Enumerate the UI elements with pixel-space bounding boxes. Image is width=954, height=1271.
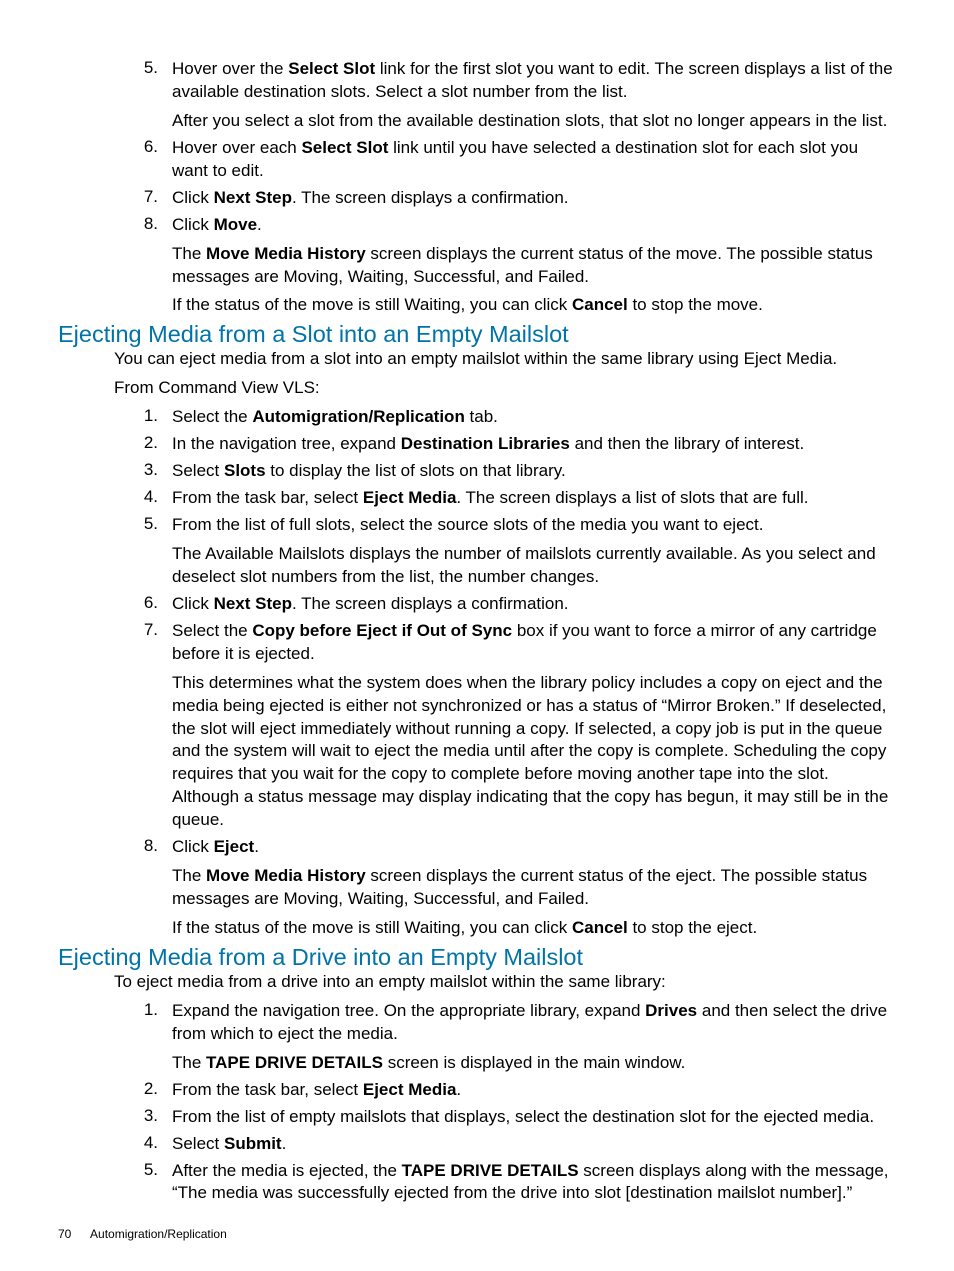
list-item: 7.Select the Copy before Eject if Out of… [114, 620, 896, 832]
step-number: 4. [114, 1133, 172, 1156]
list-item: 8.Click Move. The Move Media History scre… [114, 214, 896, 318]
paragraph: Click Next Step. The screen displays a c… [172, 593, 896, 616]
step-content: Hover over the Select Slot link for the … [172, 58, 896, 133]
step-content: Select Submit. [172, 1133, 896, 1156]
heading-eject-slot: Ejecting Media from a Slot into an Empty… [58, 321, 569, 347]
step-number: 7. [114, 187, 172, 210]
step-number: 2. [114, 433, 172, 456]
list-item: 4.From the task bar, select Eject Media.… [114, 487, 896, 510]
step-number: 1. [114, 1000, 172, 1075]
step-content: Select the Automigration/Replication tab… [172, 406, 896, 429]
step-number: 4. [114, 487, 172, 510]
chapter-title: Automigration/Replication [90, 1227, 227, 1241]
step-number: 2. [114, 1079, 172, 1102]
list-item: 3.From the list of empty mailslots that … [114, 1106, 896, 1129]
paragraph: Select Submit. [172, 1133, 896, 1156]
paragraph: You can eject media from a slot into an … [114, 348, 896, 371]
step-content: Hover over each Select Slot link until y… [172, 137, 896, 183]
paragraph: This determines what the system does whe… [172, 672, 896, 833]
list-item: 7.Click Next Step. The screen displays a… [114, 187, 896, 210]
list-item: 5.After the media is ejected, the TAPE D… [114, 1160, 896, 1206]
list-item: 4.Select Submit. [114, 1133, 896, 1156]
step-content: After the media is ejected, the TAPE DRI… [172, 1160, 896, 1206]
paragraph: The Move Media History screen displays t… [172, 243, 896, 289]
list-item: 1.Select the Automigration/Replication t… [114, 406, 896, 429]
step-content: Click Next Step. The screen displays a c… [172, 187, 896, 210]
paragraph: Click Eject. [172, 836, 896, 859]
step-number: 7. [114, 620, 172, 832]
step-number: 3. [114, 1106, 172, 1129]
list-item: 3.Select Slots to display the list of sl… [114, 460, 896, 483]
step-content: From the list of full slots, select the … [172, 514, 896, 589]
step-content: From the task bar, select Eject Media. T… [172, 487, 896, 510]
list-item: 2.From the task bar, select Eject Media. [114, 1079, 896, 1102]
step-number: 5. [114, 58, 172, 133]
step-content: Expand the navigation tree. On the appro… [172, 1000, 896, 1075]
step-number: 1. [114, 406, 172, 429]
paragraph: The Move Media History screen displays t… [172, 865, 896, 911]
page-number: 70 [58, 1227, 71, 1241]
paragraph: In the navigation tree, expand Destinati… [172, 433, 896, 456]
list-item: 8.Click Eject. The Move Media History scr… [114, 836, 896, 940]
steps-list-section1: 5.Hover over the Select Slot link for th… [114, 58, 896, 317]
step-content: Click Eject. The Move Media History scree… [172, 836, 896, 940]
list-item: 6.Click Next Step. The screen displays a… [114, 593, 896, 616]
list-item: 6.Hover over each Select Slot link until… [114, 137, 896, 183]
paragraph: Hover over each Select Slot link until y… [172, 137, 896, 183]
paragraph: From Command View VLS: [114, 377, 896, 400]
step-number: 8. [114, 214, 172, 318]
paragraph: From the task bar, select Eject Media. [172, 1079, 896, 1102]
step-content: Select Slots to display the list of slot… [172, 460, 896, 483]
intro-eject-drive: To eject media from a drive into an empt… [114, 971, 896, 994]
intro-eject-slot: You can eject media from a slot into an … [114, 348, 896, 400]
step-content: From the task bar, select Eject Media. [172, 1079, 896, 1102]
paragraph: From the task bar, select Eject Media. T… [172, 487, 896, 510]
page: 5.Hover over the Select Slot link for th… [0, 0, 954, 1271]
paragraph: Select the Automigration/Replication tab… [172, 406, 896, 429]
step-content: Click Next Step. The screen displays a c… [172, 593, 896, 616]
list-item: 5.Hover over the Select Slot link for th… [114, 58, 896, 133]
steps-list-section3: 1.Expand the navigation tree. On the app… [114, 1000, 896, 1206]
page-footer: 70 Automigration/Replication [58, 1227, 227, 1241]
list-item: 2.In the navigation tree, expand Destina… [114, 433, 896, 456]
paragraph: Select Slots to display the list of slot… [172, 460, 896, 483]
heading-eject-drive: Ejecting Media from a Drive into an Empt… [58, 944, 583, 970]
paragraph: After the media is ejected, the TAPE DRI… [172, 1160, 896, 1206]
steps-list-section2: 1.Select the Automigration/Replication t… [114, 406, 896, 940]
step-content: Select the Copy before Eject if Out of S… [172, 620, 896, 832]
paragraph: The Available Mailslots displays the num… [172, 543, 896, 589]
paragraph: The TAPE DRIVE DETAILS screen is display… [172, 1052, 896, 1075]
list-item: 1.Expand the navigation tree. On the app… [114, 1000, 896, 1075]
list-item: 5.From the list of full slots, select th… [114, 514, 896, 589]
paragraph: Hover over the Select Slot link for the … [172, 58, 896, 104]
step-number: 8. [114, 836, 172, 940]
paragraph: If the status of the move is still Waiti… [172, 917, 896, 940]
paragraph: Click Move. [172, 214, 896, 237]
paragraph: After you select a slot from the availab… [172, 110, 896, 133]
step-content: Click Move. The Move Media History screen… [172, 214, 896, 318]
paragraph: From the list of full slots, select the … [172, 514, 896, 537]
step-content: In the navigation tree, expand Destinati… [172, 433, 896, 456]
paragraph: From the list of empty mailslots that di… [172, 1106, 896, 1129]
step-number: 3. [114, 460, 172, 483]
paragraph: To eject media from a drive into an empt… [114, 971, 896, 994]
step-number: 5. [114, 514, 172, 589]
paragraph: If the status of the move is still Waiti… [172, 294, 896, 317]
step-number: 5. [114, 1160, 172, 1206]
step-content: From the list of empty mailslots that di… [172, 1106, 896, 1129]
paragraph: Select the Copy before Eject if Out of S… [172, 620, 896, 666]
paragraph: Expand the navigation tree. On the appro… [172, 1000, 896, 1046]
paragraph: Click Next Step. The screen displays a c… [172, 187, 896, 210]
step-number: 6. [114, 593, 172, 616]
step-number: 6. [114, 137, 172, 183]
